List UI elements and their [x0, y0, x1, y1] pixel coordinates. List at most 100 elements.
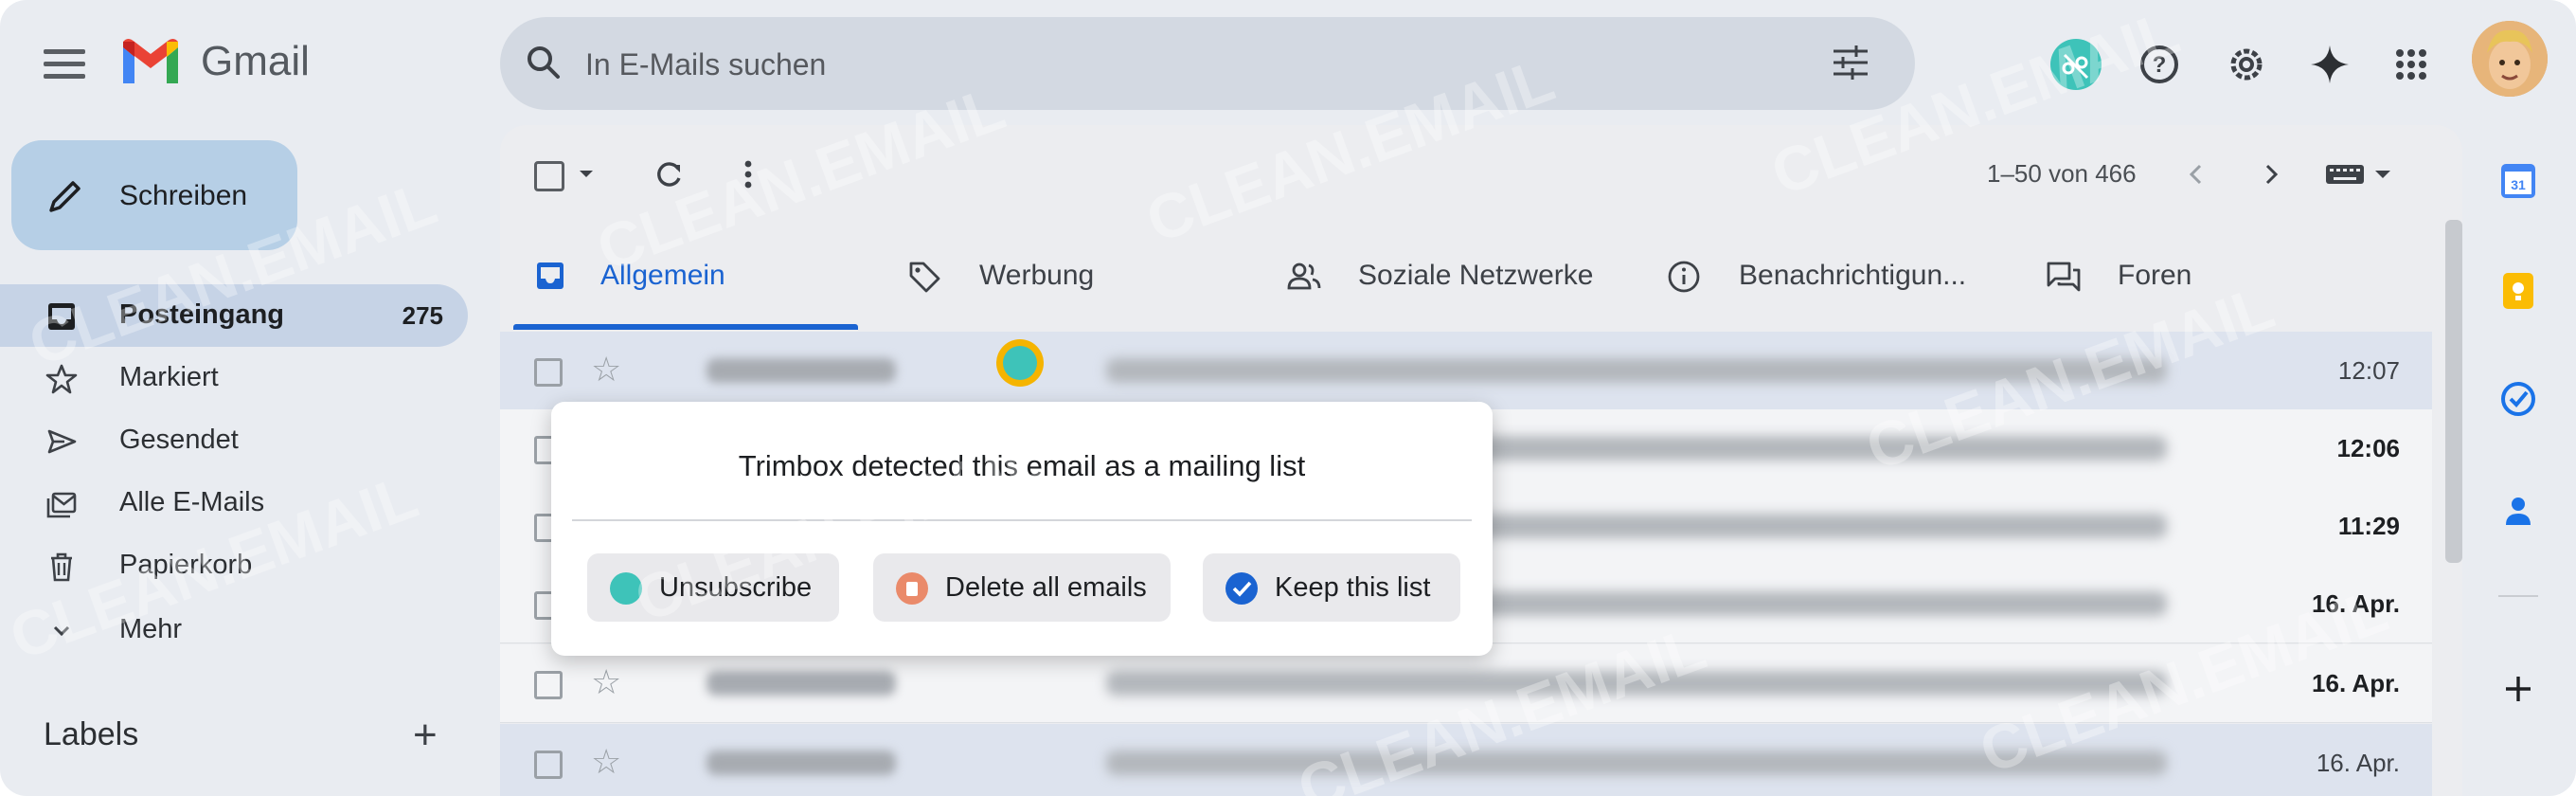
subject-blurred — [1106, 671, 2167, 696]
sender-blurred — [707, 751, 896, 775]
gmail-logo-text: Gmail — [201, 38, 310, 84]
tab-updates[interactable]: Benachrichtigun... — [1667, 250, 1989, 330]
row-checkbox[interactable] — [534, 751, 563, 779]
search-options-icon[interactable] — [1830, 42, 1871, 83]
all-mail-icon — [46, 492, 77, 518]
select-menu-chevron-icon[interactable] — [576, 163, 597, 184]
star-icon[interactable]: ☆ — [591, 663, 621, 701]
keep-this-list-button[interactable]: Keep this list — [1203, 553, 1460, 622]
button-label: Unsubscribe — [659, 572, 813, 603]
chevron-down-icon — [53, 625, 70, 637]
sidebar-item-label: Alle E-Mails — [119, 487, 265, 517]
inbox-icon — [48, 303, 75, 330]
search-bar[interactable]: In E-Mails suchen — [500, 17, 1915, 110]
email-time: 16. Apr. — [2312, 589, 2400, 618]
tab-social[interactable]: Soziale Netzwerke — [1286, 250, 1627, 330]
main-menu-button[interactable] — [40, 42, 89, 83]
unsubscribe-button[interactable]: Unsubscribe — [587, 553, 839, 622]
popup-message: Trimbox detected this email as a mailing… — [738, 449, 1306, 482]
add-label-button[interactable]: + — [413, 715, 438, 756]
select-all-checkbox[interactable] — [534, 161, 564, 191]
compose-button[interactable]: Schreiben — [11, 140, 297, 250]
tab-label: Benachrichtigun... — [1739, 260, 1967, 291]
star-icon[interactable]: ☆ — [591, 351, 621, 389]
help-icon[interactable]: ? — [2129, 34, 2190, 95]
email-time: 16. Apr. — [2316, 749, 2400, 777]
sidebar-item-label: Gesendet — [119, 425, 239, 455]
sidebar-item-trash[interactable]: Papierkorb — [0, 534, 468, 597]
sidebar-item-starred[interactable]: Markiert — [0, 347, 468, 409]
trimbox-icon — [610, 572, 642, 605]
refresh-icon[interactable] — [650, 155, 688, 193]
tab-label: Foren — [2118, 260, 2192, 291]
sidebar-item-label: Mehr — [119, 614, 183, 644]
email-time: 12:07 — [2337, 356, 2400, 385]
email-row[interactable]: ☆ 16. Apr. — [500, 724, 2432, 796]
trash-icon — [51, 552, 72, 582]
subject-blurred — [1106, 358, 2167, 383]
row-checkbox[interactable] — [534, 671, 563, 699]
sidebar-item-all-mail[interactable]: Alle E-Mails — [0, 472, 468, 534]
info-icon — [1668, 261, 1700, 293]
tab-label: Soziale Netzwerke — [1358, 260, 1594, 291]
row-checkbox[interactable] — [534, 358, 563, 387]
contacts-icon[interactable] — [2496, 489, 2540, 533]
sidebar-item-more[interactable]: Mehr — [0, 599, 468, 661]
check-icon — [1225, 572, 1258, 605]
chevron-left-icon[interactable] — [2180, 157, 2214, 191]
scrollbar[interactable] — [2445, 220, 2462, 563]
compose-label: Schreiben — [119, 180, 248, 211]
trimbox-row-badge[interactable] — [996, 339, 1044, 387]
sidebar-item-label: Posteingang — [119, 299, 285, 330]
gmail-logo-icon — [123, 39, 178, 83]
trimbox-icon — [1003, 346, 1037, 380]
search-icon[interactable] — [523, 42, 564, 83]
chevron-right-icon[interactable] — [2254, 157, 2288, 191]
delete-all-emails-button[interactable]: Delete all emails — [873, 553, 1171, 622]
account-avatar[interactable] — [2472, 21, 2548, 97]
sidebar-item-label: Markiert — [119, 362, 219, 392]
tasks-icon[interactable] — [2496, 377, 2540, 421]
sidebar-item-inbox[interactable]: Posteingang 275 — [0, 284, 468, 347]
unread-count-badge: 275 — [402, 301, 443, 330]
tab-forums[interactable]: Foren — [2046, 250, 2235, 330]
tag-icon — [909, 262, 940, 293]
tab-primary[interactable]: Allgemein — [513, 250, 858, 330]
sender-blurred — [707, 358, 896, 383]
email-time: 11:29 — [2337, 512, 2400, 540]
pagination-text: 1–50 von 466 — [1987, 159, 2137, 188]
tab-label: Allgemein — [600, 260, 725, 291]
rail-divider — [2498, 595, 2538, 597]
keep-icon[interactable] — [2496, 269, 2540, 313]
trimbox-extension-icon[interactable] — [2046, 34, 2106, 95]
email-row[interactable]: ☆ 12:07 — [500, 332, 2432, 410]
svg-text:?: ? — [2153, 52, 2167, 78]
settings-gear-icon[interactable] — [2216, 34, 2277, 95]
email-row[interactable]: ☆ 16. Apr. — [500, 644, 2432, 723]
sender-blurred — [707, 671, 896, 696]
search-input[interactable]: In E-Mails suchen — [585, 47, 826, 82]
apps-grid-icon[interactable] — [2381, 34, 2442, 95]
tab-label: Werbung — [979, 260, 1095, 291]
add-addon-icon[interactable] — [2496, 667, 2540, 711]
sidebar-item-sent[interactable]: Gesendet — [0, 409, 468, 472]
star-icon[interactable]: ☆ — [591, 743, 621, 781]
send-icon — [47, 429, 77, 454]
trimbox-popup: Trimbox detected this email as a mailing… — [551, 402, 1493, 656]
keyboard-icon[interactable] — [2322, 159, 2394, 190]
forum-icon — [2047, 262, 2081, 292]
email-time: 12:06 — [2336, 434, 2401, 462]
star-icon — [45, 364, 78, 394]
memoji-avatar-icon — [2472, 21, 2548, 97]
more-vertical-icon[interactable] — [729, 155, 767, 193]
popup-divider — [572, 519, 1472, 521]
gemini-sparkle-icon[interactable] — [2299, 34, 2360, 95]
labels-heading: Labels — [44, 716, 139, 752]
tab-promotions[interactable]: Werbung — [907, 250, 1220, 330]
subject-blurred — [1106, 751, 2167, 775]
calendar-icon[interactable]: 31 — [2496, 159, 2540, 203]
button-label: Keep this list — [1275, 572, 1431, 603]
sidebar-item-label: Papierkorb — [119, 550, 253, 580]
gmail-window: Gmail In E-Mails suchen ? Schreiben Post… — [0, 0, 2576, 796]
pencil-icon — [49, 181, 80, 212]
